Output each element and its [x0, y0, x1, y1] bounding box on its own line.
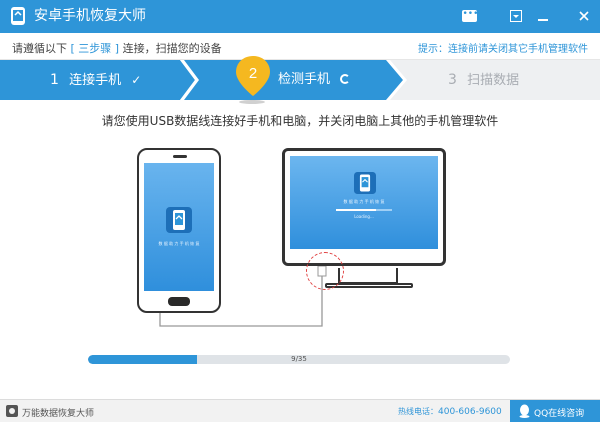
- monitor-app-text: 数 据 助 力 手 机 恢 复: [343, 199, 385, 204]
- instruction-suffix: 连接，扫描您的设备: [122, 42, 222, 55]
- phone-illustration: 数 据 助 力 手 机 恢 复: [137, 148, 221, 313]
- close-icon: [579, 11, 589, 21]
- menu-dropdown-icon: [510, 10, 522, 22]
- step-1-number: 1: [50, 72, 59, 88]
- step-2: 检测手机: [278, 72, 351, 88]
- footer-hotline: 热线电话：400-606-9600: [398, 406, 502, 417]
- phone-home-button: [168, 297, 190, 306]
- instruction-steps-highlight: [ 三步骤 ]: [70, 42, 120, 55]
- footer-bar: 万能数据恢复大师 热线电话：400-606-9600 QQ在线咨询: [0, 399, 600, 422]
- minimize-icon: [538, 19, 548, 21]
- qq-penguin-icon: [519, 404, 530, 418]
- brand-logo-icon: [6, 405, 18, 417]
- step-indicator: 1 连接手机 ✓ 检测手机 3 扫描数据: [0, 60, 600, 100]
- instruction-tip: 提示：连接前请关闭其它手机管理软件: [418, 44, 588, 55]
- monitor-loading-fill: [336, 209, 376, 211]
- step-3-number: 3: [448, 72, 457, 88]
- phone-speaker: [173, 155, 187, 158]
- app-logo-icon: [11, 7, 25, 25]
- monitor-loading-bar: [336, 209, 392, 211]
- badge-shadow: [239, 100, 265, 104]
- hotline-label: 热线电话：: [398, 407, 438, 416]
- close-button[interactable]: [575, 7, 593, 25]
- connection-instruction-headline: 请您使用USB数据线连接好手机和电脑，并关闭电脑上其他的手机管理软件: [101, 114, 499, 128]
- step-2-badge-icon: 2: [236, 56, 270, 96]
- phone-app-text: 数 据 助 力 手 机 恢 复: [158, 241, 200, 246]
- progress-text: 9/35: [291, 355, 307, 363]
- step-2-label: 检测手机: [278, 72, 331, 87]
- instruction-prefix: 请遵循以下: [12, 42, 67, 55]
- checkmark-icon: ✓: [131, 73, 142, 87]
- chat-icon: [461, 8, 478, 22]
- hotline-number: 400-606-9600: [438, 407, 502, 417]
- phone-screen: 数 据 助 力 手 机 恢 复: [144, 163, 214, 291]
- feedback-chat-button[interactable]: [460, 7, 478, 25]
- step-2-number: 2: [249, 65, 257, 82]
- monitor-screen: 数 据 助 力 手 机 恢 复 Loading...: [290, 156, 438, 249]
- step-3: 3 扫描数据: [448, 72, 519, 89]
- instruction-text: 请遵循以下 [ 三步骤 ] 连接，扫描您的设备: [12, 40, 222, 56]
- phone-app-icon: [166, 207, 192, 233]
- title-bar: 安卓手机恢复大师: [0, 0, 600, 33]
- qq-consult-label: QQ在线咨询: [534, 409, 585, 419]
- window-title: 安卓手机恢复大师: [34, 8, 146, 24]
- monitor-illustration: 数 据 助 力 手 机 恢 复 Loading...: [282, 148, 446, 266]
- instruction-bar: 请遵循以下 [ 三步骤 ] 连接，扫描您的设备 提示：连接前请关闭其它手机管理软…: [0, 33, 600, 60]
- step-1-label: 连接手机: [69, 73, 122, 88]
- menu-dropdown-button[interactable]: [507, 7, 525, 25]
- loading-spinner-icon: [340, 74, 351, 84]
- minimize-button[interactable]: [534, 7, 552, 25]
- qq-consult-button[interactable]: QQ在线咨询: [510, 400, 600, 422]
- usb-port-highlight: [306, 252, 344, 290]
- step-1: 1 连接手机 ✓: [50, 72, 141, 89]
- monitor-stand: [338, 268, 398, 284]
- footer-brand[interactable]: 万能数据恢复大师: [22, 406, 94, 419]
- step-3-label: 扫描数据: [467, 73, 520, 88]
- monitor-app-icon: [354, 172, 376, 194]
- monitor-loading-text: Loading...: [354, 214, 374, 219]
